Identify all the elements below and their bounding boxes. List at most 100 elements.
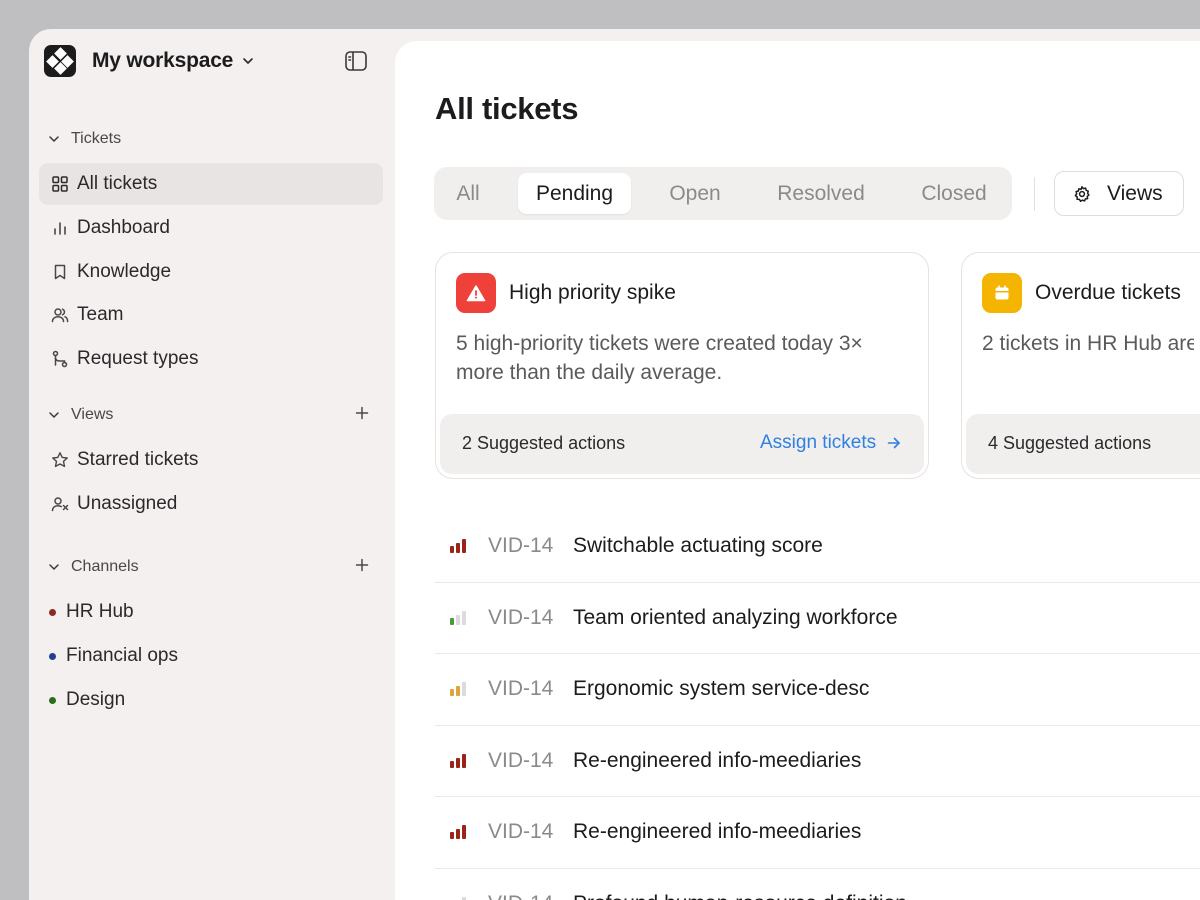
sidebar-item-label: All tickets xyxy=(77,173,158,194)
section-views[interactable]: Views xyxy=(47,405,375,425)
ticket-list: VID-14 Switchable actuating score VID-14 Te… xyxy=(435,511,1200,900)
gear-icon xyxy=(1074,185,1090,202)
priority-bars-icon xyxy=(450,610,468,625)
sidebar-item-request-types[interactable]: Request types xyxy=(39,338,383,380)
tab-open[interactable]: Open xyxy=(652,173,738,214)
ticket-title: Re-engineered info-meediaries xyxy=(573,748,862,772)
suggested-actions-count: 2 Suggested actions xyxy=(462,433,626,453)
priority-bars-icon xyxy=(450,753,468,768)
sidebar-item-label: Request types xyxy=(77,348,199,369)
card-title: High priority spike xyxy=(509,281,676,304)
sidebar: My workspace Tickets All tickets Dashboa… xyxy=(29,29,395,900)
bar-chart-icon xyxy=(51,219,69,237)
ticket-id: VID-14 xyxy=(488,677,554,701)
section-channels[interactable]: Channels xyxy=(47,557,375,577)
channel-hr-hub[interactable]: HR Hub xyxy=(49,598,134,626)
card-footer: 2 Suggested actions Assign tickets xyxy=(440,414,924,474)
assign-tickets-label: Assign tickets xyxy=(760,432,877,453)
chevron-down-icon xyxy=(243,58,253,64)
tab-closed[interactable]: Closed xyxy=(904,173,1004,214)
users-icon xyxy=(51,306,69,324)
sidebar-item-starred-tickets[interactable]: Starred tickets xyxy=(39,439,383,481)
channel-dot xyxy=(49,652,56,660)
section-label: Views xyxy=(71,406,114,423)
ticket-title: Profound human-resource definition xyxy=(573,892,907,900)
insight-card-high-priority: High priority spike 5 high-priority tick… xyxy=(435,252,929,479)
ticket-row[interactable]: VID-14 Re-engineered info-meediaries xyxy=(435,797,1200,869)
card-description: 2 tickets in HR Hub are overdue and have… xyxy=(982,329,1194,358)
ticket-row[interactable]: VID-14Profound human-resource definition xyxy=(435,869,1200,900)
ticket-id: VID-14 xyxy=(488,748,554,772)
sidebar-toggle-icon[interactable] xyxy=(345,51,367,71)
bookmark-icon xyxy=(51,263,69,281)
sidebar-item-dashboard[interactable]: Dashboard xyxy=(39,207,383,249)
card-footer: 4 Suggested actions xyxy=(966,414,1200,474)
sidebar-item-team[interactable]: Team xyxy=(39,294,383,336)
ticket-row[interactable]: VID-14 Switchable actuating score xyxy=(435,511,1200,583)
ticket-id: VID-14 xyxy=(488,534,554,558)
calendar-icon xyxy=(982,273,1022,313)
channel-design[interactable]: Design xyxy=(49,686,125,714)
page-title: All tickets xyxy=(435,91,579,126)
sidebar-item-label: Starred tickets xyxy=(77,449,199,470)
chevron-down-icon xyxy=(49,412,59,418)
warning-icon xyxy=(456,273,496,313)
ticket-row[interactable]: VID-14 Re-engineered info-meediaries xyxy=(435,726,1200,797)
ticket-id: VID-14 xyxy=(488,820,554,844)
app-window: My workspace Tickets All tickets Dashboa… xyxy=(29,29,1200,900)
sidebar-item-unassigned[interactable]: Unassigned xyxy=(39,483,383,525)
arrow-right-icon xyxy=(887,437,900,449)
channel-dot xyxy=(49,608,56,616)
views-button[interactable]: Views xyxy=(1054,171,1184,216)
ticket-title: Team oriented analyzing workforce xyxy=(573,605,898,629)
assign-tickets-link[interactable]: Assign tickets xyxy=(760,432,902,454)
chevron-down-icon xyxy=(49,136,59,142)
ticket-title: Switchable actuating score xyxy=(573,534,823,558)
sidebar-item-label: Unassigned xyxy=(77,493,178,514)
chevron-down-icon xyxy=(49,564,59,570)
plus-icon[interactable] xyxy=(355,406,369,420)
priority-bars-icon xyxy=(450,825,468,840)
card-description: 5 high-priority tickets were created tod… xyxy=(456,332,863,384)
workspace-name: My workspace xyxy=(92,49,234,72)
plus-icon[interactable] xyxy=(355,558,369,572)
insight-card-overdue: Overdue tickets 2 tickets in HR Hub are … xyxy=(961,252,1200,479)
toolbar-divider xyxy=(1034,177,1035,211)
branch-icon xyxy=(51,350,69,368)
tab-resolved[interactable]: Resolved xyxy=(762,173,880,214)
main-panel: All tickets All Pending Open Resolved Cl… xyxy=(395,41,1200,900)
tab-all[interactable]: All xyxy=(442,173,494,214)
user-x-icon xyxy=(51,495,69,513)
section-label: Tickets xyxy=(71,130,122,147)
ticket-row[interactable]: VID-14 Ergonomic system service-desc xyxy=(435,654,1200,726)
section-label: Channels xyxy=(71,558,139,575)
sidebar-item-all-tickets[interactable]: All tickets xyxy=(39,163,383,205)
channel-label: HR Hub xyxy=(66,601,134,622)
section-tickets[interactable]: Tickets xyxy=(47,129,375,149)
ticket-row[interactable]: VID-14 Team oriented analyzing workforce xyxy=(435,583,1200,654)
ticket-title: Ergonomic system service-desc xyxy=(573,677,870,701)
suggested-actions-count: 4 Suggested actions xyxy=(988,433,1152,453)
sidebar-item-knowledge[interactable]: Knowledge xyxy=(39,251,383,293)
grid-icon xyxy=(51,175,69,193)
card-title: Overdue tickets xyxy=(1035,281,1181,304)
tab-pending[interactable]: Pending xyxy=(518,173,631,214)
channel-label: Financial ops xyxy=(66,645,178,666)
views-button-label: Views xyxy=(1107,181,1163,205)
card-description-text: 2 tickets in HR Hub are overdue and have… xyxy=(982,332,1194,355)
workspace-switcher[interactable]: My workspace xyxy=(44,45,370,77)
sidebar-item-label: Knowledge xyxy=(77,261,172,282)
sidebar-item-label: Team xyxy=(77,304,124,325)
priority-bars-icon xyxy=(450,682,468,697)
ticket-id: VID-14 xyxy=(488,892,573,900)
status-tabs: All Pending Open Resolved Closed xyxy=(434,167,1012,220)
channel-label: Design xyxy=(66,689,126,710)
sidebar-item-label: Dashboard xyxy=(77,217,170,238)
star-icon xyxy=(51,451,69,469)
ticket-title: Re-engineered info-meediaries xyxy=(573,820,862,844)
priority-bars-icon xyxy=(450,539,468,554)
workspace-logo-icon xyxy=(44,45,76,77)
ticket-id: VID-14 xyxy=(488,605,554,629)
channel-dot xyxy=(49,696,56,704)
channel-financial-ops[interactable]: Financial ops xyxy=(49,642,178,670)
